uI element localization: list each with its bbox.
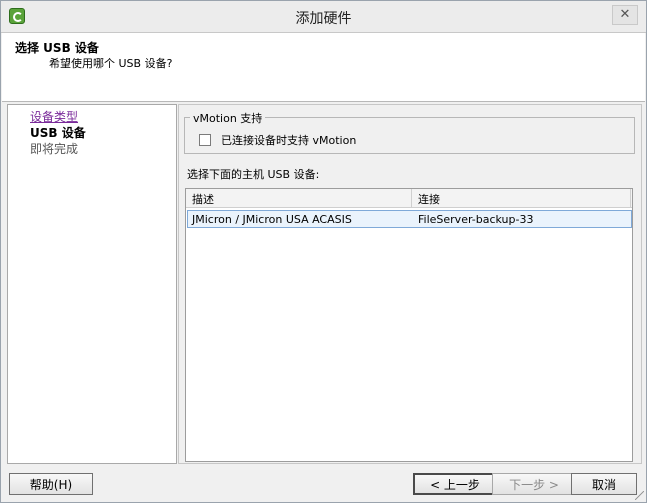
vmotion-checkbox-row[interactable]: 已连接设备时支持 vMotion bbox=[199, 132, 356, 148]
column-header-connection[interactable]: 连接 bbox=[418, 191, 440, 207]
title-bar[interactable]: 添加硬件 ✕ bbox=[1, 1, 646, 33]
vmotion-checkbox-label[interactable]: 已连接设备时支持 vMotion bbox=[221, 132, 356, 148]
close-icon: ✕ bbox=[619, 7, 631, 22]
page-subtitle: 希望使用哪个 USB 设备? bbox=[49, 57, 173, 70]
help-button[interactable]: 帮助(H) bbox=[9, 473, 93, 495]
vmotion-groupbox: vMotion 支持 已连接设备时支持 vMotion bbox=[184, 110, 635, 154]
list-header: 描述 连接 bbox=[186, 189, 632, 208]
page-title: 选择 USB 设备 bbox=[15, 41, 99, 55]
nav-step-usb-device: USB 设备 bbox=[30, 126, 86, 140]
table-row[interactable]: JMicron / JMicron USA ACASIS FileServer-… bbox=[187, 210, 632, 228]
cancel-button[interactable]: 取消 bbox=[571, 473, 637, 495]
next-button[interactable]: 下一步 > bbox=[492, 473, 576, 495]
window-title: 添加硬件 bbox=[295, 11, 352, 27]
back-button[interactable]: < 上一步 bbox=[413, 473, 497, 495]
device-connection-cell: FileServer-backup-33 bbox=[418, 213, 534, 226]
wizard-steps-nav: 设备类型 USB 设备 即将完成 bbox=[7, 104, 177, 464]
close-button[interactable]: ✕ bbox=[612, 5, 638, 25]
page-header: 选择 USB 设备 希望使用哪个 USB 设备? bbox=[2, 33, 645, 102]
vmotion-checkbox[interactable] bbox=[199, 134, 211, 146]
nav-step-device-type[interactable]: 设备类型 bbox=[30, 108, 78, 125]
main-panel: vMotion 支持 已连接设备时支持 vMotion 选择下面的主机 USB … bbox=[178, 104, 642, 464]
device-description-cell: JMicron / JMicron USA ACASIS bbox=[192, 213, 352, 226]
usb-device-list[interactable]: 描述 连接 JMicron / JMicron USA ACASIS FileS… bbox=[185, 188, 633, 462]
column-divider[interactable] bbox=[411, 189, 412, 207]
resize-grip-icon[interactable] bbox=[635, 491, 644, 500]
column-divider[interactable] bbox=[630, 189, 631, 207]
nav-step-ready-to-complete: 即将完成 bbox=[30, 142, 79, 156]
device-list-prompt: 选择下面的主机 USB 设备: bbox=[187, 168, 320, 181]
vmotion-group-label: vMotion 支持 bbox=[190, 110, 266, 126]
column-header-description[interactable]: 描述 bbox=[192, 191, 214, 207]
add-hardware-dialog: 添加硬件 ✕ 选择 USB 设备 希望使用哪个 USB 设备? 设备类型 USB… bbox=[0, 0, 647, 503]
